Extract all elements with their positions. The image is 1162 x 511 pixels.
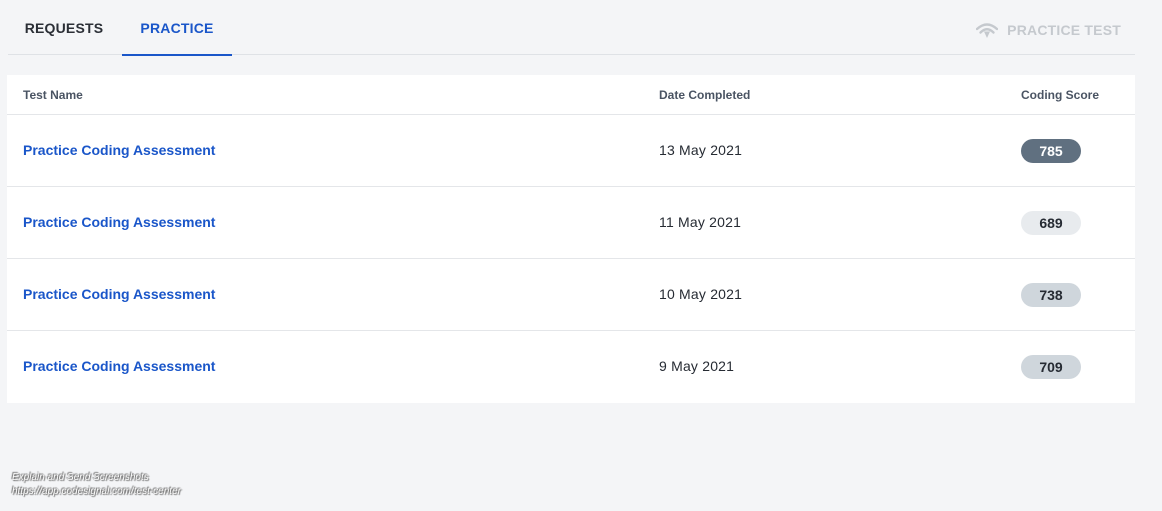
tab-requests[interactable]: REQUESTS <box>8 0 120 55</box>
practice-results-table: Test Name Date Completed Coding Score Pr… <box>7 75 1135 403</box>
date-completed: 13 May 2021 <box>659 142 743 158</box>
tab-practice[interactable]: PRACTICE <box>122 0 232 56</box>
table-row: Practice Coding Assessment 10 May 2021 7… <box>7 259 1135 331</box>
date-completed: 10 May 2021 <box>659 286 743 302</box>
watermark-line-2: https://app.codesignal.com/test-center <box>12 486 181 497</box>
table-row: Practice Coding Assessment 9 May 2021 70… <box>7 331 1135 403</box>
test-name-link[interactable]: Practice Coding Assessment <box>23 358 215 374</box>
test-name-link[interactable]: Practice Coding Assessment <box>23 142 215 158</box>
score-badge: 689 <box>1021 211 1081 235</box>
column-header-coding-score: Coding Score <box>1021 88 1100 102</box>
column-header-test-name: Test Name <box>23 88 83 102</box>
table-header: Test Name Date Completed Coding Score <box>7 75 1135 115</box>
practice-test-label: PRACTICE TEST <box>1007 22 1121 38</box>
score-badge: 738 <box>1021 283 1081 307</box>
score-badge: 785 <box>1021 139 1081 163</box>
watermark-line-1: Explain and Send Screenshots <box>12 472 149 483</box>
test-name-link[interactable]: Practice Coding Assessment <box>23 214 215 230</box>
date-completed: 9 May 2021 <box>659 358 735 374</box>
date-completed: 11 May 2021 <box>659 214 742 230</box>
column-header-date-completed: Date Completed <box>659 88 751 102</box>
table-row: Practice Coding Assessment 13 May 2021 7… <box>7 115 1135 187</box>
table-row: Practice Coding Assessment 11 May 2021 6… <box>7 187 1135 259</box>
test-name-link[interactable]: Practice Coding Assessment <box>23 286 215 302</box>
screenshot-watermark: Explain and Send Screenshots https://app… <box>12 471 181 499</box>
tab-bar: REQUESTS PRACTICE PRACTICE TEST <box>8 0 1135 56</box>
score-badge: 709 <box>1021 355 1081 379</box>
signal-icon <box>976 21 999 39</box>
practice-test-button[interactable]: PRACTICE TEST <box>976 19 1121 41</box>
